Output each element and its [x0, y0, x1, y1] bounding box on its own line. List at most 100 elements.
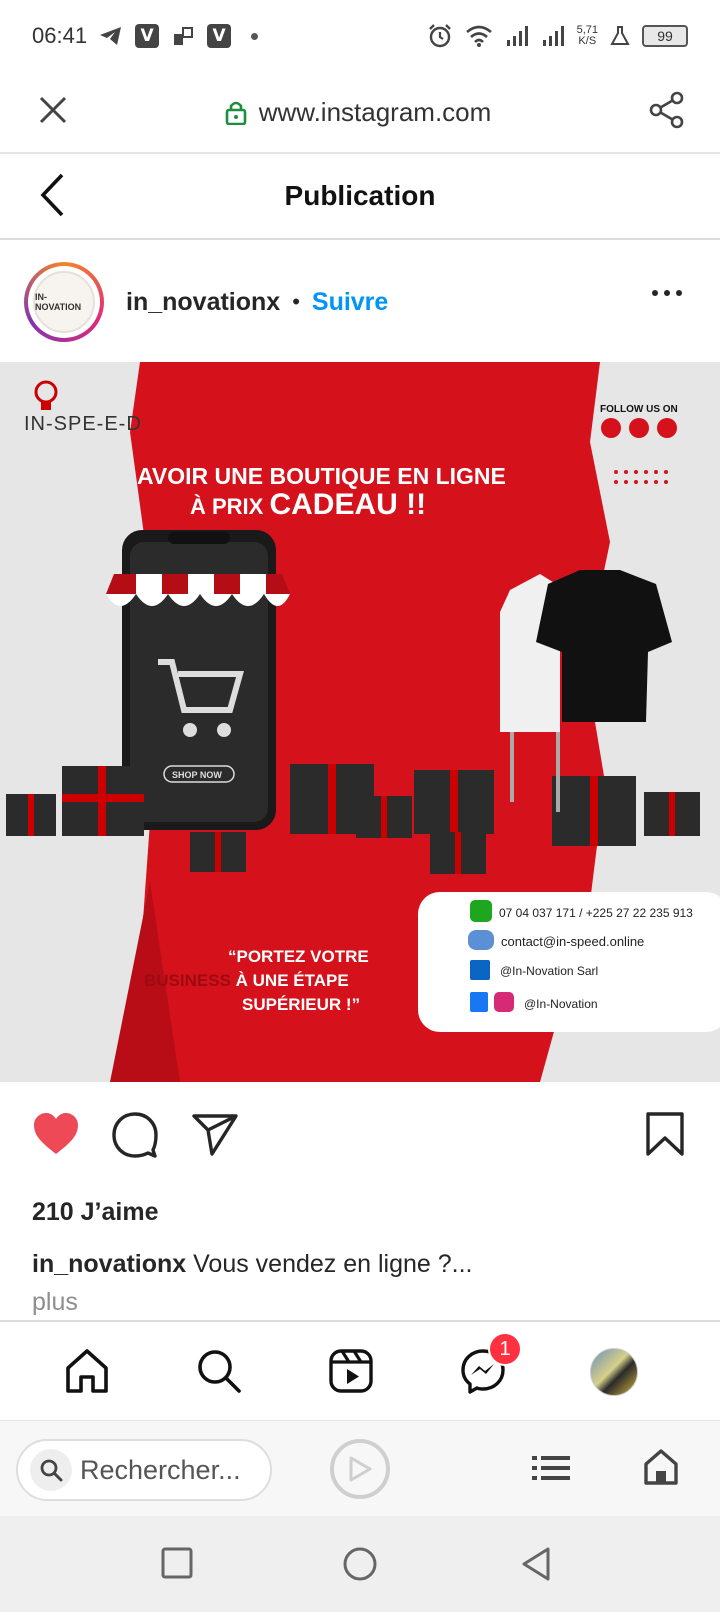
flyer-email: contact@in-speed.online [501, 934, 644, 949]
battery-indicator: 99 [642, 25, 688, 47]
facebook-icon [470, 992, 488, 1012]
browser-search-placeholder: Rechercher... [80, 1454, 241, 1485]
system-back-button[interactable] [520, 1546, 552, 1587]
nav-search[interactable] [196, 1348, 242, 1399]
close-tab-button[interactable] [38, 95, 68, 130]
chevron-left-icon [40, 173, 64, 217]
instagram-icon [494, 992, 514, 1012]
flyer-phone: 07 04 037 171 / +225 27 22 235 913 [499, 906, 693, 920]
flyer-social: @In-Novation [524, 997, 598, 1011]
browser-search-bar[interactable]: Rechercher... [16, 1439, 272, 1501]
bookmark-icon [646, 1112, 684, 1156]
triangle-back-icon [522, 1547, 550, 1581]
status-left: 06:41 V V [32, 23, 259, 49]
circle-icon [343, 1547, 377, 1581]
flyer-slogan-rest: À UNE ÉTAPE [231, 971, 349, 990]
paper-plane-icon [192, 1114, 238, 1156]
svg-text:BUSINESS À UNE ÉTAPE: BUSINESS À UNE ÉTAPE [144, 971, 349, 990]
recents-button[interactable] [160, 1546, 194, 1585]
url-display[interactable]: www.instagram.com [225, 96, 492, 128]
reels-icon [329, 1349, 373, 1393]
nav-profile[interactable] [590, 1348, 638, 1396]
comment-icon [112, 1112, 158, 1158]
page-header: Publication [0, 154, 720, 240]
likes-count[interactable]: 210 J’aime [32, 1198, 159, 1227]
nav-reels[interactable] [328, 1348, 374, 1399]
flyer-headline-line1: AVOIR UNE BOUTIQUE EN LIGNE [137, 463, 506, 489]
separator-dot: • [292, 289, 300, 314]
like-button[interactable] [32, 1112, 80, 1161]
square-icon [161, 1547, 193, 1579]
post-actions [0, 1112, 720, 1172]
close-icon [39, 96, 67, 123]
flyer-follow-us: FOLLOW US ON [600, 404, 678, 415]
system-navigation-bar [0, 1516, 720, 1612]
v-app-icon: V [135, 24, 160, 48]
page-title: Publication [284, 180, 436, 211]
signal-icon-2 [541, 25, 565, 47]
profile-avatar [590, 1348, 638, 1396]
v-app-icon-2: V [207, 24, 232, 48]
browser-toolbar: Rechercher... [0, 1420, 720, 1516]
flyer-slogan-line3: SUPÉRIEUR !” [242, 995, 360, 1014]
browser-url-bar: www.instagram.com [0, 72, 720, 154]
browser-home-button[interactable] [644, 1449, 678, 1490]
more-options-button[interactable] [652, 290, 682, 296]
list-menu-icon [532, 1456, 570, 1480]
email-icon [468, 930, 494, 950]
save-button[interactable] [646, 1112, 684, 1161]
more-dot [676, 290, 682, 296]
flyer-brand: IN-SPE-E-D [24, 413, 142, 435]
flyer-slogan-line1: “PORTEZ VOTRE [228, 947, 369, 966]
share-button[interactable] [648, 91, 686, 134]
network-speed-unit: K/S [578, 35, 597, 47]
nav-messenger[interactable]: 1 [460, 1332, 522, 1399]
media-play-button[interactable] [330, 1439, 390, 1499]
wifi-icon [465, 24, 493, 48]
back-button[interactable] [38, 172, 66, 223]
notification-dot [251, 32, 259, 40]
system-home-button[interactable] [342, 1546, 378, 1587]
post-caption: in_novationx Vous vendez en ligne ?... [32, 1250, 473, 1279]
messenger-badge: 1 [488, 1332, 522, 1366]
more-dot [664, 290, 670, 296]
flyer-headline-b: CADEAU !! [269, 488, 426, 521]
caption-text: Vous vendez en ligne ?... [186, 1250, 473, 1278]
status-right: 5,71 K/S 99 [427, 23, 688, 49]
share-post-button[interactable] [192, 1112, 238, 1161]
signal-icon-1 [505, 25, 529, 47]
telegram-icon [99, 25, 123, 47]
comment-button[interactable] [112, 1112, 158, 1163]
status-bar: 06:41 V V 5,71 K/S 99 [0, 0, 720, 72]
avatar-logo: IN-NOVATION [33, 271, 95, 333]
post-image[interactable]: IN-SPE-E-D FOLLOW US ON AVOIR UNE BOUTIQ… [0, 362, 720, 1082]
flyer-graphic: IN-SPE-E-D FOLLOW US ON AVOIR UNE BOUTIQ… [0, 362, 720, 1082]
play-icon [349, 1456, 372, 1482]
post-username[interactable]: in_novationx [126, 288, 280, 317]
flyer-linkedin: @In-Novation Sarl [500, 964, 598, 978]
caption-username[interactable]: in_novationx [32, 1250, 186, 1278]
avatar-frame: IN-NOVATION [28, 266, 100, 338]
flyer-social-icons [601, 418, 677, 438]
post-header: IN-NOVATION in_novationx • Suivre [0, 242, 720, 362]
caption-more-link[interactable]: plus [32, 1288, 78, 1317]
flyer-slogan-business: BUSINESS [144, 971, 231, 990]
linkedin-icon [470, 960, 490, 980]
search-icon [198, 1350, 241, 1393]
alarm-icon [427, 23, 453, 49]
share-icon [649, 91, 684, 128]
follow-button[interactable]: Suivre [312, 288, 388, 317]
url-text: www.instagram.com [258, 96, 492, 127]
flask-icon [610, 25, 630, 47]
avatar[interactable]: IN-NOVATION [24, 262, 104, 342]
more-dot [652, 290, 658, 296]
nav-home[interactable] [64, 1348, 110, 1399]
status-time: 06:41 [32, 23, 88, 48]
browser-home-icon [644, 1449, 678, 1485]
lock-icon [225, 101, 246, 125]
network-speed: 5,71 K/S [577, 25, 598, 47]
phone-icon [470, 900, 492, 922]
browser-menu-button[interactable] [532, 1453, 570, 1488]
home-icon [66, 1349, 108, 1393]
flyer-shop-now: SHOP NOW [172, 770, 222, 780]
